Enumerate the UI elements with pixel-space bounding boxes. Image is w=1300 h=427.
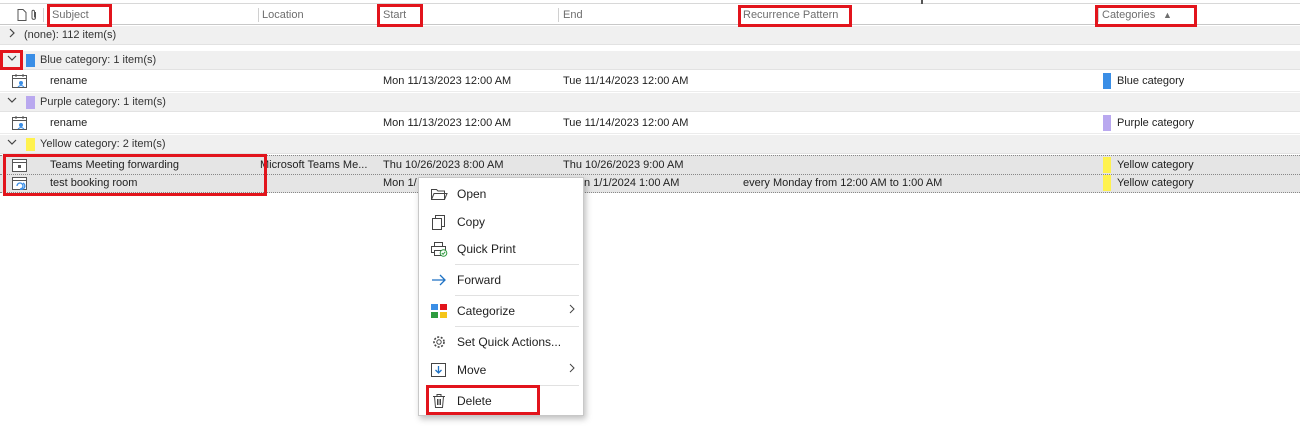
table-row[interactable]: rename Mon 11/13/2023 12:00 AM Tue 11/14… xyxy=(0,113,1300,134)
gear-icon xyxy=(430,334,448,350)
subject-cell: rename xyxy=(50,117,88,129)
start-cell: Mon 11/13/2023 12:00 AM xyxy=(383,117,512,129)
group-label: Purple category: 1 item(s) xyxy=(40,96,166,108)
category-cell: Purple category xyxy=(1117,117,1195,129)
category-color-bar xyxy=(1103,73,1111,89)
move-icon xyxy=(430,362,448,378)
yellow-category-swatch xyxy=(26,138,35,151)
group-label: (none): 112 item(s) xyxy=(24,29,117,41)
chevron-down-icon[interactable] xyxy=(6,95,18,109)
menu-item-copy[interactable]: Copy xyxy=(419,209,583,235)
menu-label: Open xyxy=(457,187,487,201)
menu-label: Move xyxy=(457,363,487,377)
context-menu: Open Copy Quick Print Forward Categorize xyxy=(418,177,584,416)
category-color-bar xyxy=(1103,115,1111,131)
open-folder-icon xyxy=(430,186,448,202)
highlight-recurrence-column xyxy=(738,5,852,27)
menu-label: Copy xyxy=(457,215,486,229)
menu-label: Forward xyxy=(457,273,502,287)
category-color-bar xyxy=(1103,157,1111,173)
column-end[interactable]: End xyxy=(563,5,583,25)
highlight-start-column xyxy=(377,4,423,27)
highlight-selected-rows xyxy=(3,154,267,196)
menu-label: Set Quick Actions... xyxy=(457,335,562,349)
column-divider[interactable] xyxy=(43,8,44,22)
subject-cell: rename xyxy=(50,75,88,87)
recurrence-cell: every Monday from 12:00 AM to 1:00 AM xyxy=(743,177,943,189)
menu-separator xyxy=(455,264,579,265)
group-label: Blue category: 1 item(s) xyxy=(40,54,157,66)
recurring-meeting-icon xyxy=(11,115,29,132)
categorize-icon xyxy=(430,303,448,319)
category-color-bar xyxy=(1103,175,1111,191)
menu-item-move[interactable]: Move xyxy=(419,357,583,383)
highlight-subject-column xyxy=(47,4,112,27)
group-label: Yellow category: 2 item(s) xyxy=(40,138,166,150)
blue-category-swatch xyxy=(26,54,35,67)
end-cell: Tue 11/14/2023 12:00 AM xyxy=(563,75,689,87)
highlight-categories-column xyxy=(1095,5,1197,27)
submenu-chevron-icon xyxy=(569,298,575,324)
highlight-delete-item xyxy=(426,385,540,415)
start-cell: Thu 10/26/2023 8:00 AM xyxy=(383,159,504,171)
menu-item-categorize[interactable]: Categorize xyxy=(419,298,583,324)
group-header-yellow-category[interactable]: Yellow category: 2 item(s) xyxy=(0,135,1300,154)
category-cell: Yellow category xyxy=(1117,159,1194,171)
highlight-expand-chevron xyxy=(0,50,23,70)
column-divider[interactable] xyxy=(258,8,259,22)
attachment-icon[interactable] xyxy=(30,9,38,24)
window-top-edge xyxy=(0,0,1300,4)
copy-icon xyxy=(430,214,448,230)
end-cell: n 1/1/2024 1:00 AM xyxy=(584,177,680,189)
category-cell: Blue category xyxy=(1117,75,1185,87)
menu-separator xyxy=(455,295,579,296)
recurring-meeting-icon xyxy=(11,73,29,90)
top-edge-marker xyxy=(921,0,923,4)
column-location[interactable]: Location xyxy=(262,5,304,25)
chevron-right-icon[interactable] xyxy=(6,28,18,42)
group-header-purple-category[interactable]: Purple category: 1 item(s) xyxy=(0,93,1300,112)
table-row[interactable]: rename Mon 11/13/2023 12:00 AM Tue 11/14… xyxy=(0,71,1300,92)
printer-icon xyxy=(430,241,448,257)
menu-item-open[interactable]: Open xyxy=(419,181,583,207)
group-header-none[interactable]: (none): 112 item(s) xyxy=(0,26,1300,45)
menu-separator xyxy=(455,326,579,327)
forward-arrow-icon xyxy=(430,272,448,288)
start-cell: Mon 1/ xyxy=(383,177,417,189)
chevron-down-icon[interactable] xyxy=(6,137,18,151)
end-cell: Thu 10/26/2023 9:00 AM xyxy=(563,159,684,171)
submenu-chevron-icon xyxy=(569,357,575,383)
menu-item-forward[interactable]: Forward xyxy=(419,267,583,293)
menu-item-set-quick-actions[interactable]: Set Quick Actions... xyxy=(419,329,583,355)
end-cell: Tue 11/14/2023 12:00 AM xyxy=(563,117,689,129)
purple-category-swatch xyxy=(26,96,35,109)
category-cell: Yellow category xyxy=(1117,177,1194,189)
group-header-blue-category[interactable]: Blue category: 1 item(s) xyxy=(0,51,1300,70)
location-cell: Microsoft Teams Me... xyxy=(260,159,368,171)
column-divider[interactable] xyxy=(558,8,559,22)
menu-item-quick-print[interactable]: Quick Print xyxy=(419,236,583,262)
menu-label: Categorize xyxy=(457,304,516,318)
item-type-icon[interactable] xyxy=(17,9,27,24)
menu-label: Quick Print xyxy=(457,242,516,256)
start-cell: Mon 11/13/2023 12:00 AM xyxy=(383,75,512,87)
